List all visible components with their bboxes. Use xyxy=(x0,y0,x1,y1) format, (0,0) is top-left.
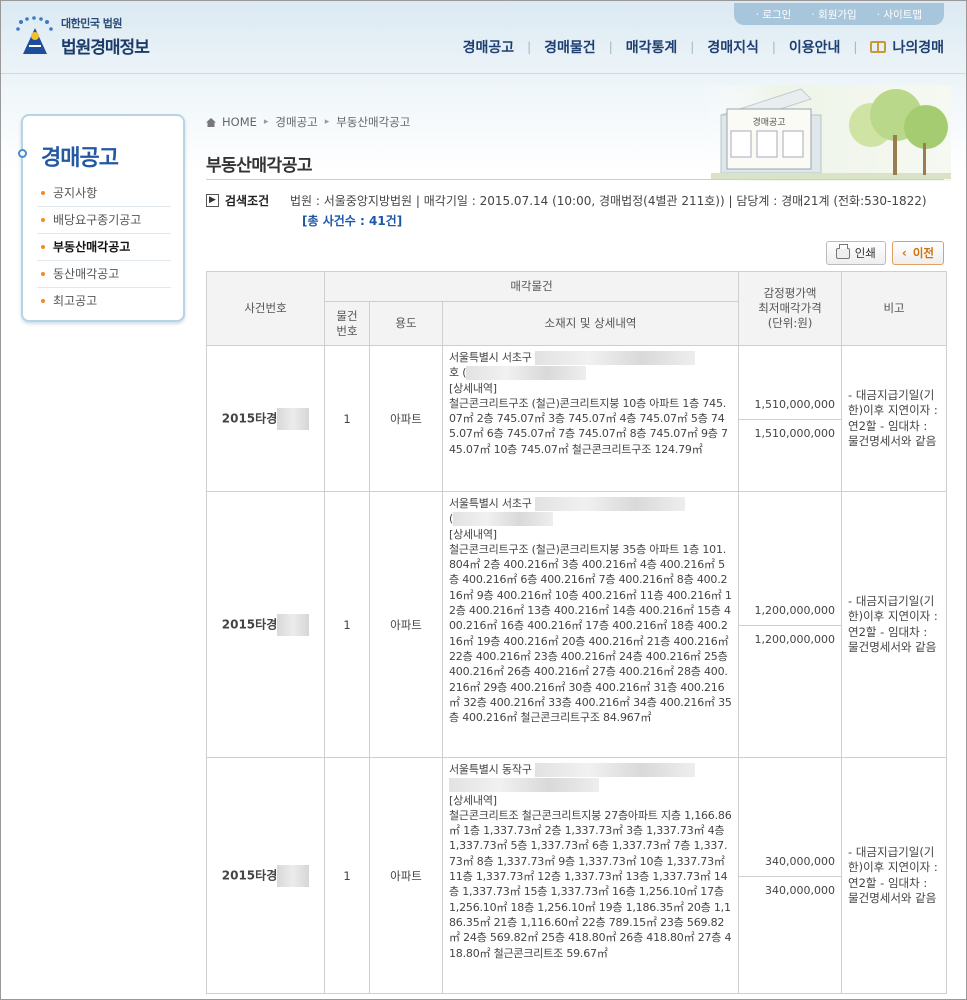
sidebar-item-real-estate-sale[interactable]: 부동산매각공고 xyxy=(37,234,171,261)
page-title: 부동산매각공고 xyxy=(206,156,312,176)
usage-cell: 아파트 xyxy=(369,491,443,758)
header-item-group: 매각물건 xyxy=(323,271,740,302)
redacted-block xyxy=(453,512,554,527)
appraisal-price: 1,510,000,000 xyxy=(754,397,836,411)
header-usage: 용도 xyxy=(369,301,443,346)
nav-separator: | xyxy=(771,40,776,54)
case-number-link[interactable]: 2015타경 xyxy=(206,345,325,492)
note-cell: - 대금지급기일(기한)이후 지연이자 : 연2할 - 임대차 : 물건명세서와… xyxy=(841,491,948,758)
table-row: 2015타경 1 아파트 서울특별시 서초구 호 ( [상세내역] 철근콘크리트… xyxy=(206,345,948,492)
usage-cell: 아파트 xyxy=(369,757,443,994)
case-count: [총 사건수 : 41건] xyxy=(302,214,403,228)
breadcrumb-home[interactable]: HOME xyxy=(222,115,257,129)
table-row: 2015타경 1 아파트 서울특별시 동작구 [상세내역] 철근콘크리트조 철근… xyxy=(206,757,948,994)
main-navigation: 경매공고 | 경매물건 | 매각통계 | 경매지식 | 이용안내 | 나의경매 xyxy=(463,37,944,57)
sidebar-bullet-icon xyxy=(18,149,27,158)
chevron-right-icon: ▸ xyxy=(263,117,269,127)
login-link[interactable]: 로그인 xyxy=(746,7,802,22)
redacted-block xyxy=(466,366,587,381)
sidebar-item-dividend-notice[interactable]: 배당요구종기공고 xyxy=(37,207,171,234)
nav-sale-statistics[interactable]: 매각통계 xyxy=(626,37,678,57)
nav-separator: | xyxy=(853,40,858,54)
nav-usage-guide[interactable]: 이용안내 xyxy=(789,37,841,57)
header-case-number: 사건번호 xyxy=(206,271,325,346)
print-button[interactable]: 인쇄 xyxy=(825,241,886,265)
header-divider xyxy=(1,73,966,74)
book-icon xyxy=(870,41,887,53)
location-detail: 서울특별시 동작구 [상세내역] 철근콘크리트조 철근콘크리트지붕 27층아파트… xyxy=(441,757,740,994)
sitemap-link[interactable]: 사이트맵 xyxy=(867,7,932,22)
logo-title: 법원경매정보 xyxy=(61,38,150,58)
case-number-link[interactable]: 2015타경 xyxy=(206,757,325,994)
home-icon xyxy=(206,117,216,127)
location-detail: 서울특별시 서초구 호 ( [상세내역] 철근콘크리트구조 (철근)콘크리트지붕… xyxy=(441,345,740,492)
notice-board-illustration: 경매공고 xyxy=(701,85,951,181)
sidebar-item-movable-sale[interactable]: 동산매각공고 xyxy=(37,261,171,288)
item-number: 1 xyxy=(324,491,370,758)
printer-icon xyxy=(835,243,850,259)
nav-auction-notice[interactable]: 경매공고 xyxy=(463,37,515,57)
search-condition-label: 검색조건 xyxy=(225,194,270,208)
appraisal-price: 340,000,000 xyxy=(765,854,836,868)
breadcrumb-current: 부동산매각공고 xyxy=(336,115,411,129)
chevron-right-icon: ▸ xyxy=(324,117,330,127)
breadcrumb: HOME ▸ 경매공고 ▸ 부동산매각공고 xyxy=(206,114,410,130)
redacted-block xyxy=(534,351,695,365)
action-buttons: 인쇄 ‹ 이전 xyxy=(825,241,944,265)
price-cell: 1,510,000,000 1,510,000,000 xyxy=(738,345,843,492)
usage-cell: 아파트 xyxy=(369,345,443,492)
arrow-right-box-icon: ▶ xyxy=(206,194,219,207)
board-title: 경매공고 xyxy=(752,116,785,128)
court-emblem-icon xyxy=(15,15,55,58)
nav-separator: | xyxy=(690,40,695,54)
chevron-left-icon: ‹ xyxy=(901,246,907,260)
appraisal-price: 1,200,000,000 xyxy=(754,603,836,617)
redacted-block xyxy=(277,613,310,636)
item-number: 1 xyxy=(324,345,370,492)
prev-button[interactable]: ‹ 이전 xyxy=(891,241,944,265)
sidebar-item-demand-notice[interactable]: 최고공고 xyxy=(37,288,171,315)
note-cell: - 대금지급기일(기한)이후 지연이자 : 연2할 - 임대차 : 물건명세서와… xyxy=(841,757,948,994)
price-cell: 340,000,000 340,000,000 xyxy=(738,757,843,994)
price-cell: 1,200,000,000 1,200,000,000 xyxy=(738,491,843,758)
nav-auction-knowledge[interactable]: 경매지식 xyxy=(707,37,759,57)
item-number: 1 xyxy=(324,757,370,994)
minimum-price: 1,200,000,000 xyxy=(739,624,842,653)
table-row: 2015타경 1 아파트 서울특별시 서초구 ( [상세내역] 철근콘크리트구조… xyxy=(206,491,948,758)
breadcrumb-auction-notice[interactable]: 경매공고 xyxy=(275,114,317,130)
redacted-block xyxy=(449,778,599,793)
nav-separator: | xyxy=(527,40,532,54)
redacted-block xyxy=(534,497,685,511)
header-item-number: 물건 번호 xyxy=(324,301,370,346)
sidebar-title: 경매공고 xyxy=(41,146,119,171)
search-condition-text: 법원 : 서울중앙지방법원 | 매각기일 : 2015.07.14 (10:00… xyxy=(290,194,927,208)
header-location: 소재지 및 상세내역 xyxy=(441,301,740,346)
utility-links: 로그인 회원가입 사이트맵 xyxy=(733,3,944,25)
sidebar: 경매공고 공지사항 배당요구종기공고 부동산매각공고 동산매각공고 최고공고 xyxy=(18,114,185,322)
logo-subtitle: 대한민국 법원 xyxy=(61,17,123,30)
nav-my-auction[interactable]: 나의경매 xyxy=(870,37,944,57)
sidebar-menu: 공지사항 배당요구종기공고 부동산매각공고 동산매각공고 최고공고 xyxy=(37,180,171,315)
sidebar-item-notices[interactable]: 공지사항 xyxy=(37,180,171,207)
redacted-block xyxy=(277,864,310,887)
redacted-block xyxy=(277,407,310,430)
minimum-price: 340,000,000 xyxy=(739,875,842,904)
site-logo[interactable]: 대한민국 법원 법원경매정보 xyxy=(15,15,150,58)
page-frame: 대한민국 법원 법원경매정보 로그인 회원가입 사이트맵 경매공고 | 경매물건… xyxy=(0,0,967,1000)
location-detail: 서울특별시 서초구 ( [상세내역] 철근콘크리트구조 (철근)콘크리트지붕 3… xyxy=(441,491,740,758)
signup-link[interactable]: 회원가입 xyxy=(801,7,866,22)
sale-notice-table: 사건번호 매각물건 감정평가액 최저매각가격 (단위:원) 비고 물건 번호 용… xyxy=(206,271,948,994)
header-note: 비고 xyxy=(841,271,948,346)
header-price: 감정평가액 최저매각가격 (단위:원) xyxy=(738,271,843,346)
title-divider xyxy=(206,179,944,180)
note-cell: - 대금지급기일(기한)이후 지연이자 : 연2할 - 임대차 : 물건명세서와… xyxy=(841,345,948,492)
redacted-block xyxy=(534,763,695,777)
nav-separator: | xyxy=(608,40,613,54)
minimum-price: 1,510,000,000 xyxy=(739,418,842,447)
case-number-link[interactable]: 2015타경 xyxy=(206,491,325,758)
search-condition: ▶ 검색조건 법원 : 서울중앙지방법원 | 매각기일 : 2015.07.14… xyxy=(206,191,946,231)
nav-auction-items[interactable]: 경매물건 xyxy=(544,37,596,57)
